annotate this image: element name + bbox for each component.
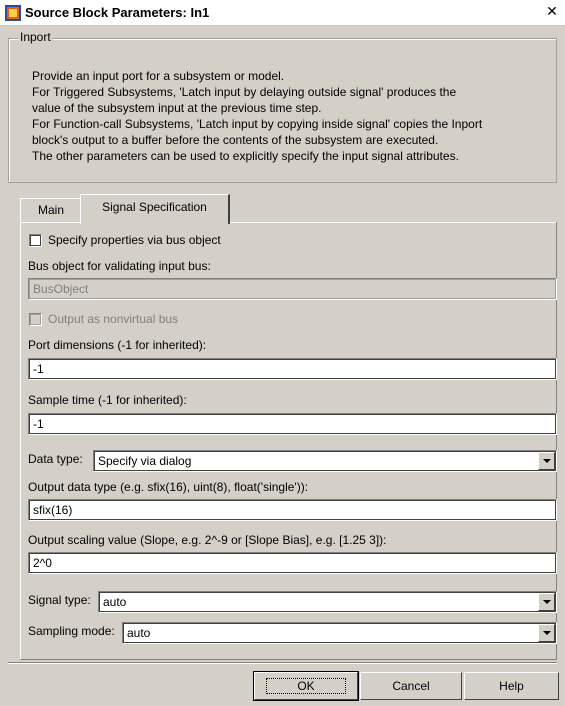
chevron-down-icon[interactable]	[538, 593, 555, 611]
cancel-button[interactable]: Cancel	[360, 672, 462, 700]
description-line: For Function-call Subsystems, 'Latch inp…	[32, 117, 483, 131]
data-type-value: Specify via dialog	[98, 454, 192, 468]
nonvirtual-bus-checkbox[interactable]	[29, 313, 42, 326]
description-line: The other parameters can be used to expl…	[32, 149, 459, 163]
data-type-label: Data type:	[28, 452, 83, 466]
output-data-type-field[interactable]: sfix(16)	[28, 499, 557, 521]
description-line: value of the subsystem input at the prev…	[32, 101, 322, 115]
nonvirtual-bus-checkbox-label: Output as nonvirtual bus	[48, 312, 179, 326]
chevron-down-icon[interactable]	[538, 624, 555, 642]
sample-time-field[interactable]: -1	[28, 413, 557, 435]
bus-object-checkbox[interactable]	[29, 234, 42, 247]
block-description: Provide an input port for a subsystem or…	[32, 68, 552, 164]
tab-signal-specification[interactable]: Signal Specification	[80, 194, 230, 224]
button-separator-highlight	[8, 663, 557, 664]
bus-object-label: Bus object for validating input bus:	[28, 259, 211, 273]
description-line: For Triggered Subsystems, 'Latch input b…	[32, 85, 457, 99]
description-line: Provide an input port for a subsystem or…	[32, 69, 285, 83]
tab-main[interactable]: Main	[20, 198, 82, 222]
output-data-type-label: Output data type (e.g. sfix(16), uint(8)…	[28, 480, 309, 494]
port-dimensions-label: Port dimensions (-1 for inherited):	[28, 338, 207, 352]
port-dimensions-field[interactable]: -1	[28, 358, 557, 380]
ok-button[interactable]: OK	[253, 671, 359, 701]
close-icon[interactable]: ✕	[545, 5, 559, 19]
bus-object-checkbox-label: Specify properties via bus object	[48, 233, 221, 247]
sampling-mode-select[interactable]: auto	[122, 622, 557, 644]
simulink-block-icon	[5, 5, 21, 21]
output-scaling-label: Output scaling value (Slope, e.g. 2^-9 o…	[28, 533, 387, 547]
chevron-down-icon[interactable]	[538, 452, 555, 470]
output-scaling-field[interactable]: 2^0	[28, 552, 557, 574]
title-bar[interactable]: Source Block Parameters: In1 ✕	[0, 0, 565, 26]
signal-type-select[interactable]: auto	[98, 591, 557, 613]
inport-group-legend: Inport	[18, 30, 53, 44]
signal-type-label: Signal type:	[28, 593, 91, 607]
sample-time-label: Sample time (-1 for inherited):	[28, 393, 187, 407]
bus-object-field[interactable]: BusObject	[28, 278, 557, 300]
ok-button-label: OK	[266, 678, 346, 694]
sampling-mode-value: auto	[127, 626, 151, 640]
signal-type-value: auto	[103, 595, 127, 609]
data-type-select[interactable]: Specify via dialog	[93, 450, 557, 472]
sampling-mode-label: Sampling mode:	[28, 624, 115, 638]
help-button[interactable]: Help	[464, 672, 559, 700]
description-line: block's output to a buffer before the co…	[32, 133, 439, 147]
window-title: Source Block Parameters: In1	[25, 5, 210, 20]
